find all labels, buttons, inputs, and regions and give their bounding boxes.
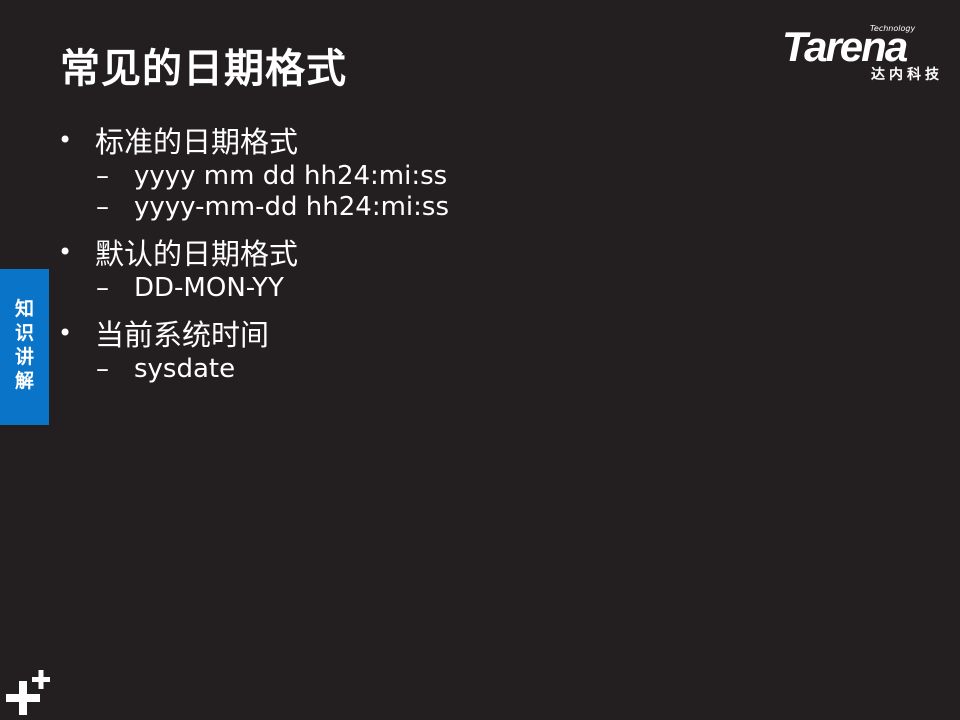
bullet-dot: • [58,319,73,347]
bullet-item: • 当前系统时间 – sysdate [58,313,918,384]
knowledge-tab-label: 知 识 讲 解 [14,298,34,392]
sub-item: – DD-MON-YY [58,272,918,303]
bullet-dot: • [58,238,73,266]
sub-dash: – [96,160,109,191]
sub-dash: – [96,191,109,222]
knowledge-tab: 知 识 讲 解 [0,269,49,425]
bullet-line: • 当前系统时间 [58,313,918,353]
tarena-logo: Technology Tarena 达内科技 [782,22,947,84]
sub-text: DD-MON-YY [134,272,284,303]
sub-item: – yyyy-mm-dd hh24:mi:ss [58,191,918,222]
bullet-text: 标准的日期格式 [95,125,299,159]
logo-chinese-text: 达内科技 [871,67,943,83]
sub-dash: – [96,272,109,303]
bullet-line: • 默认的日期格式 [58,232,918,272]
sub-item: – sysdate [58,353,918,384]
sub-text: yyyy mm dd hh24:mi:ss [134,160,448,191]
bullet-dot: • [58,126,73,154]
logo-brand-text: Tarena [782,23,908,70]
bullet-line: • 标准的日期格式 [58,120,918,160]
sub-text: sysdate [134,353,236,384]
sub-text: yyyy-mm-dd hh24:mi:ss [134,191,449,222]
bullet-text: 当前系统时间 [95,318,270,352]
bullet-item: • 默认的日期格式 – DD-MON-YY [58,232,918,303]
bullet-item: • 标准的日期格式 – yyyy mm dd hh24:mi:ss – yyyy… [58,120,918,222]
sub-dash: – [96,353,109,384]
bullet-text: 默认的日期格式 [95,237,299,271]
plus-decoration-icon [6,670,50,715]
slide-title: 常见的日期格式 [60,46,347,92]
sub-item: – yyyy mm dd hh24:mi:ss [58,160,918,191]
bullet-list: • 标准的日期格式 – yyyy mm dd hh24:mi:ss – yyyy… [58,120,918,384]
